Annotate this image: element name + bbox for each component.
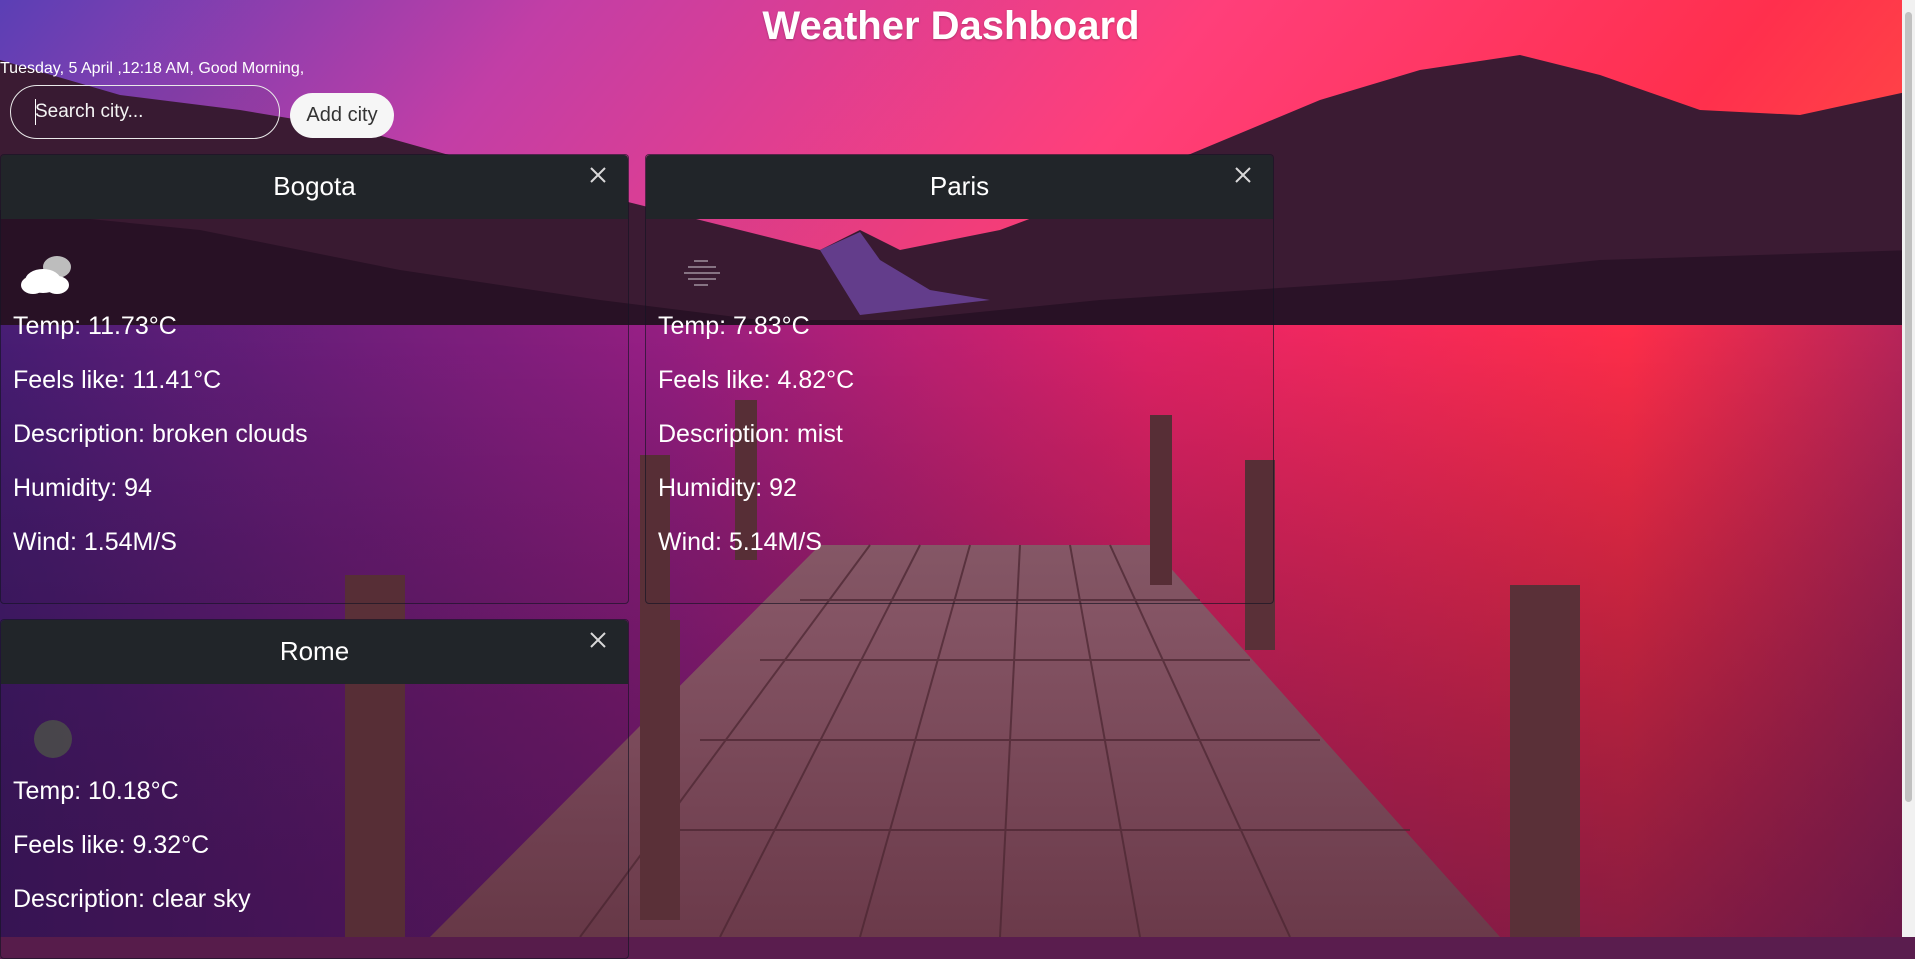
clear-sky-night-icon bbox=[34, 720, 72, 758]
description: Description: broken clouds bbox=[13, 420, 308, 448]
text-cursor bbox=[35, 99, 36, 125]
city-name: Paris bbox=[929, 171, 990, 201]
close-icon[interactable] bbox=[1231, 163, 1255, 187]
humidity: Humidity: 94 bbox=[13, 474, 152, 502]
broken-clouds-icon bbox=[21, 256, 71, 294]
temperature: Temp: 7.83°C bbox=[658, 312, 810, 340]
close-icon[interactable] bbox=[586, 628, 610, 652]
search-city-input[interactable] bbox=[10, 85, 280, 139]
temperature: Temp: 10.18°C bbox=[13, 777, 179, 805]
wind: Wind: 1.54M/S bbox=[13, 528, 177, 556]
description: Description: mist bbox=[658, 420, 843, 448]
weather-card-paris: Paris Temp: 7.83°C Feels like: 4.82°C De… bbox=[645, 154, 1274, 604]
scrollbar[interactable] bbox=[1902, 0, 1915, 937]
card-header: Paris bbox=[646, 155, 1273, 219]
feels-like: Feels like: 11.41°C bbox=[13, 366, 222, 394]
weather-card-rome: Rome Temp: 10.18°C Feels like: 9.32°C De… bbox=[0, 619, 629, 959]
card-header: Bogota bbox=[1, 155, 628, 219]
page-title: Weather Dashboard bbox=[762, 4, 1140, 48]
add-city-button[interactable]: Add city bbox=[290, 93, 394, 138]
scrollbar-thumb[interactable] bbox=[1905, 12, 1912, 802]
close-icon[interactable] bbox=[586, 163, 610, 187]
feels-like: Feels like: 9.32°C bbox=[13, 831, 210, 859]
feels-like: Feels like: 4.82°C bbox=[658, 366, 855, 394]
date-greeting: Tuesday, 5 April ,12:18 AM, Good Morning… bbox=[0, 60, 305, 77]
mist-icon bbox=[684, 260, 720, 286]
description: Description: clear sky bbox=[13, 885, 251, 913]
card-header: Rome bbox=[1, 620, 628, 684]
temperature: Temp: 11.73°C bbox=[13, 312, 177, 340]
city-name: Bogota bbox=[273, 171, 356, 201]
weather-card-bogota: Bogota Temp: 11.73°C Feels like: 11.41°C… bbox=[0, 154, 629, 604]
city-name: Rome bbox=[279, 636, 350, 666]
humidity: Humidity: 92 bbox=[658, 474, 797, 502]
wind: Wind: 5.14M/S bbox=[658, 528, 822, 556]
